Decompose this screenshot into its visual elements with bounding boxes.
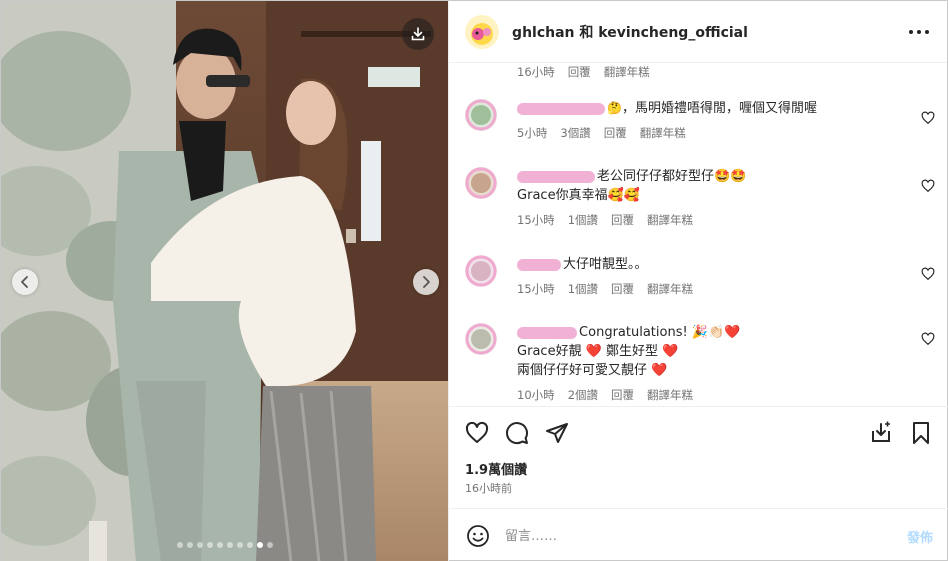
redacted-username[interactable] (517, 170, 596, 183)
carousel-next-button[interactable] (413, 269, 439, 295)
comment-text: Congratulations! 🎉👏🏻❤️ (579, 325, 741, 340)
comment-time: 15小時 (517, 213, 555, 227)
bookmark-icon[interactable] (909, 421, 933, 445)
carousel-dot (187, 542, 193, 548)
comment-body: 老公同仔仔都好型仔🤩🤩 Grace你真幸福🥰🥰 15小時 1個讚 回覆 翻譯年糕 (517, 167, 907, 230)
carousel-dot (217, 542, 223, 548)
redacted-avatar-icon (465, 255, 498, 287)
redacted-username[interactable] (517, 102, 606, 115)
comment-body: 🤔，馬明婚禮唔得閒，喱個又得閒喔 5小時 3個讚 回覆 翻譯年糕 (517, 99, 907, 143)
redacted-username[interactable] (517, 258, 562, 271)
comment-text: 兩個仔仔好可愛又靚仔 ❤️ (517, 363, 668, 378)
comment-body: 大仔咁靚型。。 15小時 1個讚 回覆 翻譯年糕 (517, 255, 907, 299)
avatar[interactable] (465, 255, 498, 287)
avatar[interactable] (465, 167, 498, 199)
post-timestamp[interactable]: 16小時前 (465, 480, 512, 496)
comment-time: 15小時 (517, 282, 555, 296)
carousel-dot (177, 542, 183, 548)
avatar[interactable] (465, 14, 500, 49)
like-comment-heart-icon[interactable] (921, 179, 935, 193)
comment-text: ，馬明婚禮唔得閒，喱個又得閒喔 (622, 101, 818, 116)
carousel-prev-button[interactable] (12, 269, 38, 295)
more-dot-icon (925, 30, 929, 34)
comment-text: Grace你真幸福🥰🥰 (517, 188, 640, 203)
more-dot-icon (909, 30, 913, 34)
redacted-avatar-icon (465, 167, 498, 199)
reply-button[interactable]: 回覆 (568, 64, 591, 80)
carousel-dot (207, 542, 213, 548)
comment-bubble-icon[interactable] (505, 421, 529, 445)
emoji-picker-icon[interactable] (466, 524, 490, 548)
redacted-avatar-icon (465, 323, 498, 355)
comment-meta: 5小時 3個讚 回覆 翻譯年糕 (517, 124, 907, 143)
reply-button[interactable]: 回覆 (611, 386, 634, 405)
carousel-dot (227, 542, 233, 548)
comment-meta: 15小時 1個讚 回覆 翻譯年糕 (517, 280, 907, 299)
comment-list[interactable]: 16小時 回覆 翻譯年糕 🤔，馬明婚禮唔得閒，喱個又得閒喔 5小時 3個讚 回覆… (449, 63, 948, 406)
comment-time: 10小時 (517, 388, 555, 402)
cartoon-avatar-icon (465, 14, 500, 49)
like-comment-heart-icon[interactable] (921, 267, 935, 281)
like-comment-heart-icon[interactable] (921, 111, 935, 125)
like-count[interactable]: 1.9萬個讚 (465, 459, 527, 478)
comment-text: Grace好靚 ❤️ 鄭生好型 ❤️ (517, 344, 679, 359)
save-to-collection-icon[interactable] (869, 421, 893, 445)
like-comment-heart-icon[interactable] (921, 332, 935, 346)
comment-time: 16小時 (517, 65, 555, 79)
chevron-right-icon (423, 276, 430, 288)
share-paper-plane-icon[interactable] (545, 421, 569, 445)
download-icon (411, 27, 425, 41)
avatar[interactable] (465, 323, 498, 355)
redacted-avatar-icon (465, 99, 498, 131)
chevron-left-icon (21, 276, 28, 288)
translate-button[interactable]: 翻譯年糕 (647, 280, 693, 299)
translate-button[interactable]: 翻譯年糕 (647, 211, 693, 230)
reply-button[interactable]: 回覆 (611, 280, 634, 299)
carousel-dot (237, 542, 243, 548)
comment-likes[interactable]: 1個讚 (568, 280, 598, 299)
previous-comment-meta: 16小時 回覆 翻譯年糕 (517, 64, 650, 80)
post-author-names[interactable]: ghlchan 和 kevincheng_official (512, 22, 748, 42)
post-modal: ghlchan 和 kevincheng_official 16小時 回覆 翻譯… (0, 0, 948, 561)
comment-likes[interactable]: 3個讚 (560, 124, 590, 143)
reply-button[interactable]: 回覆 (611, 211, 634, 230)
more-options-button[interactable] (909, 23, 929, 41)
post-side-panel: ghlchan 和 kevincheng_official 16小時 回覆 翻譯… (448, 1, 948, 561)
reply-button[interactable]: 回覆 (604, 124, 627, 143)
comment-time: 5小時 (517, 126, 548, 140)
redacted-username[interactable] (517, 326, 578, 339)
comment-input[interactable] (505, 524, 876, 548)
carousel-indicator (1, 542, 448, 548)
post-header: ghlchan 和 kevincheng_official (449, 1, 947, 63)
post-comment-button[interactable]: 發佈 (907, 527, 933, 546)
translate-button[interactable]: 翻譯年糕 (647, 386, 693, 405)
comment-text: 大仔咁靚型。。 (563, 257, 648, 272)
post-actions-bar (449, 406, 948, 456)
carousel-dot (267, 542, 273, 548)
comment-likes[interactable]: 2個讚 (568, 386, 598, 405)
comment-composer: 發佈 (449, 508, 948, 561)
carousel-dot (257, 542, 263, 548)
translate-button[interactable]: 翻譯年糕 (604, 64, 650, 80)
carousel-dot (247, 542, 253, 548)
comment-likes[interactable]: 1個讚 (568, 211, 598, 230)
comment-text: 老公同仔仔都好型仔🤩🤩 (597, 169, 747, 184)
comment-body: Congratulations! 🎉👏🏻❤️ Grace好靚 ❤️ 鄭生好型 ❤… (517, 323, 907, 405)
like-heart-icon[interactable] (465, 421, 489, 445)
comment-meta: 10小時 2個讚 回覆 翻譯年糕 (517, 386, 907, 405)
post-photo[interactable] (1, 1, 449, 561)
comment-meta: 15小時 1個讚 回覆 翻譯年糕 (517, 211, 907, 230)
more-dot-icon (917, 30, 921, 34)
carousel-dot (197, 542, 203, 548)
avatar[interactable] (465, 99, 498, 131)
download-button[interactable] (402, 18, 434, 50)
translate-button[interactable]: 翻譯年糕 (640, 124, 686, 143)
couple-photo (1, 1, 449, 561)
thinking-emoji: 🤔 (607, 101, 622, 115)
